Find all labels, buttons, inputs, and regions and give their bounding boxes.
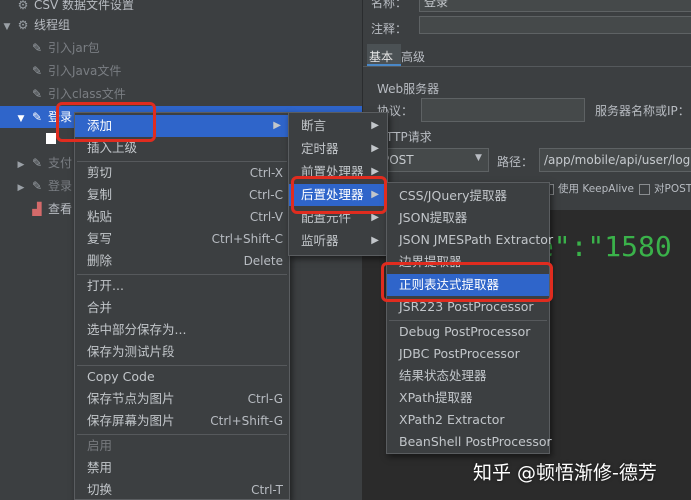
gear-icon: ⚙ [17, 18, 29, 32]
post-processor-submenu: CSS/JQuery提取器 JSON提取器 JSON JMESPath Extr… [386, 182, 553, 454]
web-server-label: Web服务器 [377, 82, 440, 96]
annotation-box-regex-extractor [381, 262, 553, 302]
submenu-item-xpath2-extractor[interactable]: XPath2 Extractor [387, 409, 549, 431]
submenu-item-json-extractor[interactable]: JSON提取器 [387, 207, 549, 229]
annotation-box-post-processor [291, 176, 387, 214]
chevron-right-icon: ▶ [273, 120, 281, 131]
file-icon [46, 133, 56, 144]
wrench-icon: ✎ [31, 179, 43, 193]
menu-item-toggle[interactable]: 切换 Ctrl-T [75, 479, 289, 500]
annotation-box-add [56, 102, 156, 142]
wrench-icon: ✎ [31, 64, 43, 78]
menu-item-disable[interactable]: 禁用 [75, 457, 289, 479]
menu-item-paste[interactable]: 粘贴 Ctrl-V [75, 206, 289, 228]
menu-item-save-fragment[interactable]: 保存为测试片段 [75, 341, 289, 363]
submenu-item-jmespath-extractor[interactable]: JSON JMESPath Extractor [387, 229, 553, 251]
tree-item-pay[interactable]: ▶ ✎ 支付 [16, 152, 72, 174]
wrench-icon: ✎ [31, 41, 43, 55]
keepalive-checkbox[interactable]: 使用 KeepAlive [543, 181, 634, 196]
chevron-right-icon: ▶ [371, 120, 379, 131]
menu-item-save-screen-image[interactable]: 保存屏幕为图片 Ctrl+Shift-G [75, 410, 289, 432]
menu-item-save-node-image[interactable]: 保存节点为图片 Ctrl-G [75, 388, 289, 410]
menu-item-save-selection[interactable]: 选中部分保存为... [75, 319, 289, 341]
submenu-item-xpath-extractor[interactable]: XPath提取器 [387, 387, 549, 409]
chevron-down-icon[interactable]: ▼ [2, 16, 12, 38]
server-label: 服务器名称或IP： [595, 104, 690, 118]
submenu-item-listener[interactable]: 监听器 ▶ [289, 230, 387, 252]
watermark: 知乎 @顿悟渐修-德芳 [473, 462, 657, 484]
protocol-field[interactable] [421, 98, 585, 122]
tree-item-thread-group[interactable]: ▼ ⚙ 线程组 [2, 14, 70, 36]
submenu-item-timer[interactable]: 定时器 ▶ [289, 138, 387, 160]
menu-item-copy-code[interactable]: Copy Code [75, 366, 289, 388]
chevron-right-icon[interactable]: ▶ [16, 177, 26, 199]
submenu-item-assertion[interactable]: 断言 ▶ [289, 115, 387, 137]
path-label: 路径： [497, 155, 534, 169]
name-label: 名称： [371, 0, 408, 10]
menu-item-delete[interactable]: 删除 Delete [75, 250, 289, 272]
path-field[interactable]: /app/mobile/api/user/login [539, 148, 691, 172]
tab-advanced[interactable]: 高级 [401, 48, 425, 65]
tree-item-login-2[interactable]: ▶ ✎ 登录 [16, 175, 72, 197]
chevron-right-icon: ▶ [371, 235, 379, 246]
context-menu: 添加 ▶ 插入上级 剪切 Ctrl-X 复制 Ctrl-C 粘贴 Ctrl-V 复写 Ct… [74, 112, 290, 500]
menu-item-duplicate[interactable]: 复写 Ctrl+Shift-C [75, 228, 289, 250]
multipart-checkbox[interactable]: 对POST [639, 181, 691, 196]
submenu-item-jdbc-postprocessor[interactable]: JDBC PostProcessor [387, 343, 549, 365]
menu-item-cut[interactable]: 剪切 Ctrl-X [75, 162, 289, 184]
name-field[interactable]: 登录 [419, 0, 691, 12]
submenu-item-beanshell-postprocessor[interactable]: BeanShell PostProcessor [387, 431, 552, 453]
tree-item-jar[interactable]: ✎ 引入jar包 [30, 37, 100, 59]
menu-item-merge[interactable]: 合并 [75, 297, 289, 319]
method-select[interactable]: POST [377, 148, 489, 172]
tab-divider [363, 66, 691, 67]
wrench-icon: ✎ [31, 156, 43, 170]
chevron-right-icon[interactable]: ▶ [16, 154, 26, 176]
tree-item-view[interactable]: ▟ 查看 [30, 198, 72, 220]
comment-field[interactable] [419, 16, 691, 34]
tree-item-java[interactable]: ✎ 引入Java文件 [30, 60, 121, 82]
menu-item-copy[interactable]: 复制 Ctrl-C [75, 184, 289, 206]
menu-item-open[interactable]: 打开... [75, 275, 289, 297]
chevron-right-icon: ▶ [371, 143, 379, 154]
comment-label: 注释： [371, 22, 408, 36]
submenu-item-css-jquery-extractor[interactable]: CSS/JQuery提取器 [387, 185, 549, 207]
tab-basic[interactable]: 基本 [369, 48, 393, 65]
wrench-icon: ✎ [31, 87, 43, 101]
menu-item-enable[interactable]: 启用 [75, 435, 289, 457]
submenu-item-result-status-handler[interactable]: 结果状态处理器 [387, 365, 549, 387]
submenu-item-debug-postprocessor[interactable]: Debug PostProcessor [387, 321, 549, 343]
chevron-down-icon[interactable]: ▼ [16, 108, 26, 130]
checkbox-box[interactable] [639, 183, 650, 195]
chart-icon: ▟ [32, 202, 42, 216]
wrench-icon: ✎ [31, 110, 43, 124]
chevron-down-icon: ▼ [475, 153, 482, 163]
